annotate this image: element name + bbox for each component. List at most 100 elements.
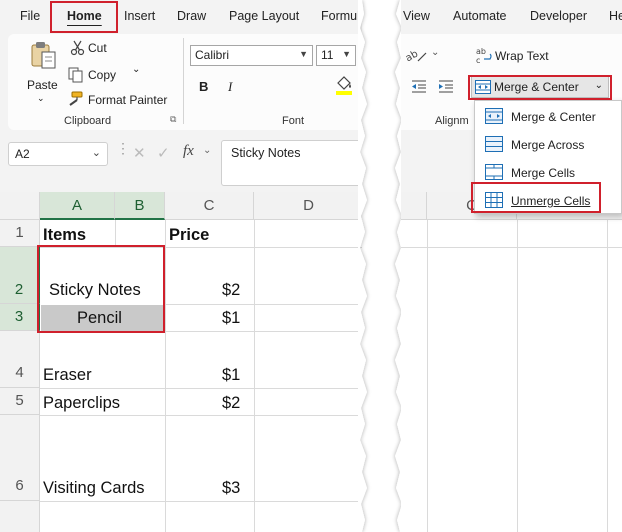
gridline (165, 304, 362, 305)
worksheet-grid[interactable]: A B C D 1 2 3 4 5 6 Items Price Sticky N… (0, 192, 362, 532)
font-size-combo[interactable]: 11 ▼ (316, 45, 356, 66)
select-all-corner[interactable] (0, 192, 40, 220)
column-header-a[interactable]: A (40, 192, 115, 220)
gridline (517, 220, 518, 532)
tab-draw[interactable]: Draw (177, 9, 206, 23)
increase-indent-icon[interactable] (438, 79, 454, 93)
decrease-indent-icon[interactable] (411, 79, 427, 93)
chevron-down-icon[interactable]: ⌄ (92, 146, 101, 159)
merge-center-button[interactable]: Merge & Center ⌄ (471, 76, 609, 98)
font-size-value: 11 (321, 48, 334, 62)
group-separator (183, 38, 184, 124)
confirm-icon[interactable]: ✓ (157, 144, 170, 162)
name-box-value: A2 (15, 147, 30, 161)
formula-input[interactable]: Sticky Notes (221, 140, 362, 186)
paste-button[interactable]: Paste ⌄ (26, 40, 60, 110)
menu-item-unmerge-cells[interactable]: Unmerge Cells (475, 187, 621, 213)
row-header-6[interactable]: 6 (0, 415, 40, 501)
cell-c2[interactable]: $2 (222, 281, 240, 300)
gridline (165, 220, 166, 532)
tab-automate[interactable]: Automate (453, 9, 507, 23)
unmerge-cells-icon (485, 192, 503, 208)
chevron-down-icon[interactable]: ⌄ (431, 47, 439, 58)
wrap-text-button[interactable]: Wrap Text (495, 49, 549, 63)
tab-insert[interactable]: Insert (124, 9, 155, 23)
row-header-2[interactable]: 2 (0, 247, 40, 304)
tab-formulas[interactable]: Formul (321, 9, 360, 23)
bold-button[interactable]: B (199, 79, 208, 94)
paste-label: Paste (27, 78, 58, 92)
cell-c6[interactable]: $3 (222, 479, 240, 498)
name-box[interactable]: A2 ⌄ (8, 142, 108, 166)
gridline (427, 220, 428, 532)
right-pane: View Automate Developer He ab ⌄ ab c Wra… (401, 0, 622, 532)
gridline (115, 220, 116, 247)
scissors-icon (70, 40, 85, 56)
tab-home[interactable]: Home (67, 9, 102, 23)
tab-view[interactable]: View (403, 9, 430, 23)
merge-across-icon (485, 136, 503, 152)
merge-cells-icon (485, 164, 503, 180)
cell-a5[interactable]: Paperclips (43, 394, 120, 413)
row-header-5[interactable]: 5 (0, 388, 40, 415)
tab-developer[interactable]: Developer (530, 9, 587, 23)
menu-item-label: Unmerge Cells (511, 194, 591, 208)
menu-item-label: Merge Cells (511, 166, 576, 180)
cell-c3[interactable]: $1 (222, 309, 240, 328)
menu-item-merge-across[interactable]: Merge Across (475, 131, 621, 157)
column-header-b[interactable]: B (115, 192, 165, 220)
tab-file[interactable]: File (20, 9, 40, 23)
chevron-down-icon[interactable]: ⌄ (595, 80, 603, 91)
chevron-down-icon[interactable]: ⌄ (203, 145, 211, 156)
chevron-down-icon: ⌄ (37, 93, 45, 103)
tab-page-layout[interactable]: Page Layout (229, 9, 299, 23)
left-pane: File Home Insert Draw Page Layout Formul… (0, 0, 362, 532)
copy-dropdown-chevron-icon[interactable]: ⌄ (132, 64, 140, 75)
font-name-combo[interactable]: Calibri ▼ (190, 45, 313, 66)
cell-a1[interactable]: Items (43, 226, 86, 245)
dialog-launcher-icon[interactable]: ⧉ (170, 114, 176, 125)
chevron-down-icon: ▼ (299, 49, 308, 59)
row-header-4[interactable]: 4 (0, 331, 40, 388)
svg-text:ab: ab (406, 49, 420, 65)
merge-dropdown-menu: Merge & Center Merge Across Merge Cells (474, 100, 622, 214)
menu-item-label: Merge & Center (511, 110, 596, 124)
cell-c1[interactable]: Price (169, 226, 209, 245)
cell-a6[interactable]: Visiting Cards (43, 479, 145, 498)
cell-a4[interactable]: Eraser (43, 366, 92, 385)
menu-item-merge-cells[interactable]: Merge Cells (475, 159, 621, 185)
format-painter-button[interactable]: Format Painter (88, 93, 167, 107)
alignment-group-label: Alignm (435, 115, 469, 127)
cell-c4[interactable]: $1 (222, 366, 240, 385)
svg-text:c: c (476, 56, 480, 64)
italic-button[interactable]: I (228, 79, 232, 95)
column-header-d[interactable]: D (254, 192, 362, 220)
tab-help[interactable]: He (609, 9, 622, 23)
ribbon-tabs: File Home Insert Draw Page Layout Formul (0, 0, 362, 34)
row-header-7[interactable] (0, 501, 40, 532)
cancel-icon[interactable]: ✕ (133, 144, 146, 162)
menu-item-merge-center[interactable]: Merge & Center (475, 103, 621, 129)
row-header-3[interactable]: 3 (0, 304, 40, 331)
fill-color-icon[interactable] (334, 74, 354, 96)
cell-a3[interactable]: Pencil (77, 309, 122, 328)
cell-c5[interactable]: $2 (222, 394, 240, 413)
column-header-c[interactable]: C (165, 192, 254, 220)
copy-button[interactable]: Copy (88, 68, 116, 82)
torn-edge (358, 0, 404, 532)
orientation-icon[interactable]: ab (406, 47, 428, 65)
row-header-1[interactable]: 1 (0, 220, 40, 247)
gridline (607, 220, 608, 532)
clipboard-group-label: Clipboard (64, 115, 112, 127)
formula-value: Sticky Notes (231, 146, 301, 160)
copy-icon (68, 67, 83, 83)
ribbon-tabs-right: View Automate Developer He (401, 0, 622, 34)
gridline (254, 220, 255, 532)
cell-a2[interactable]: Sticky Notes (49, 281, 141, 300)
gridline (40, 501, 362, 502)
cut-button[interactable]: Cut (88, 41, 107, 55)
merge-center-label: Merge & Center (494, 80, 579, 94)
column-header-b-partial[interactable] (401, 192, 427, 220)
worksheet-grid-right[interactable]: C (401, 192, 622, 532)
insert-function-icon[interactable]: fx (183, 143, 194, 160)
